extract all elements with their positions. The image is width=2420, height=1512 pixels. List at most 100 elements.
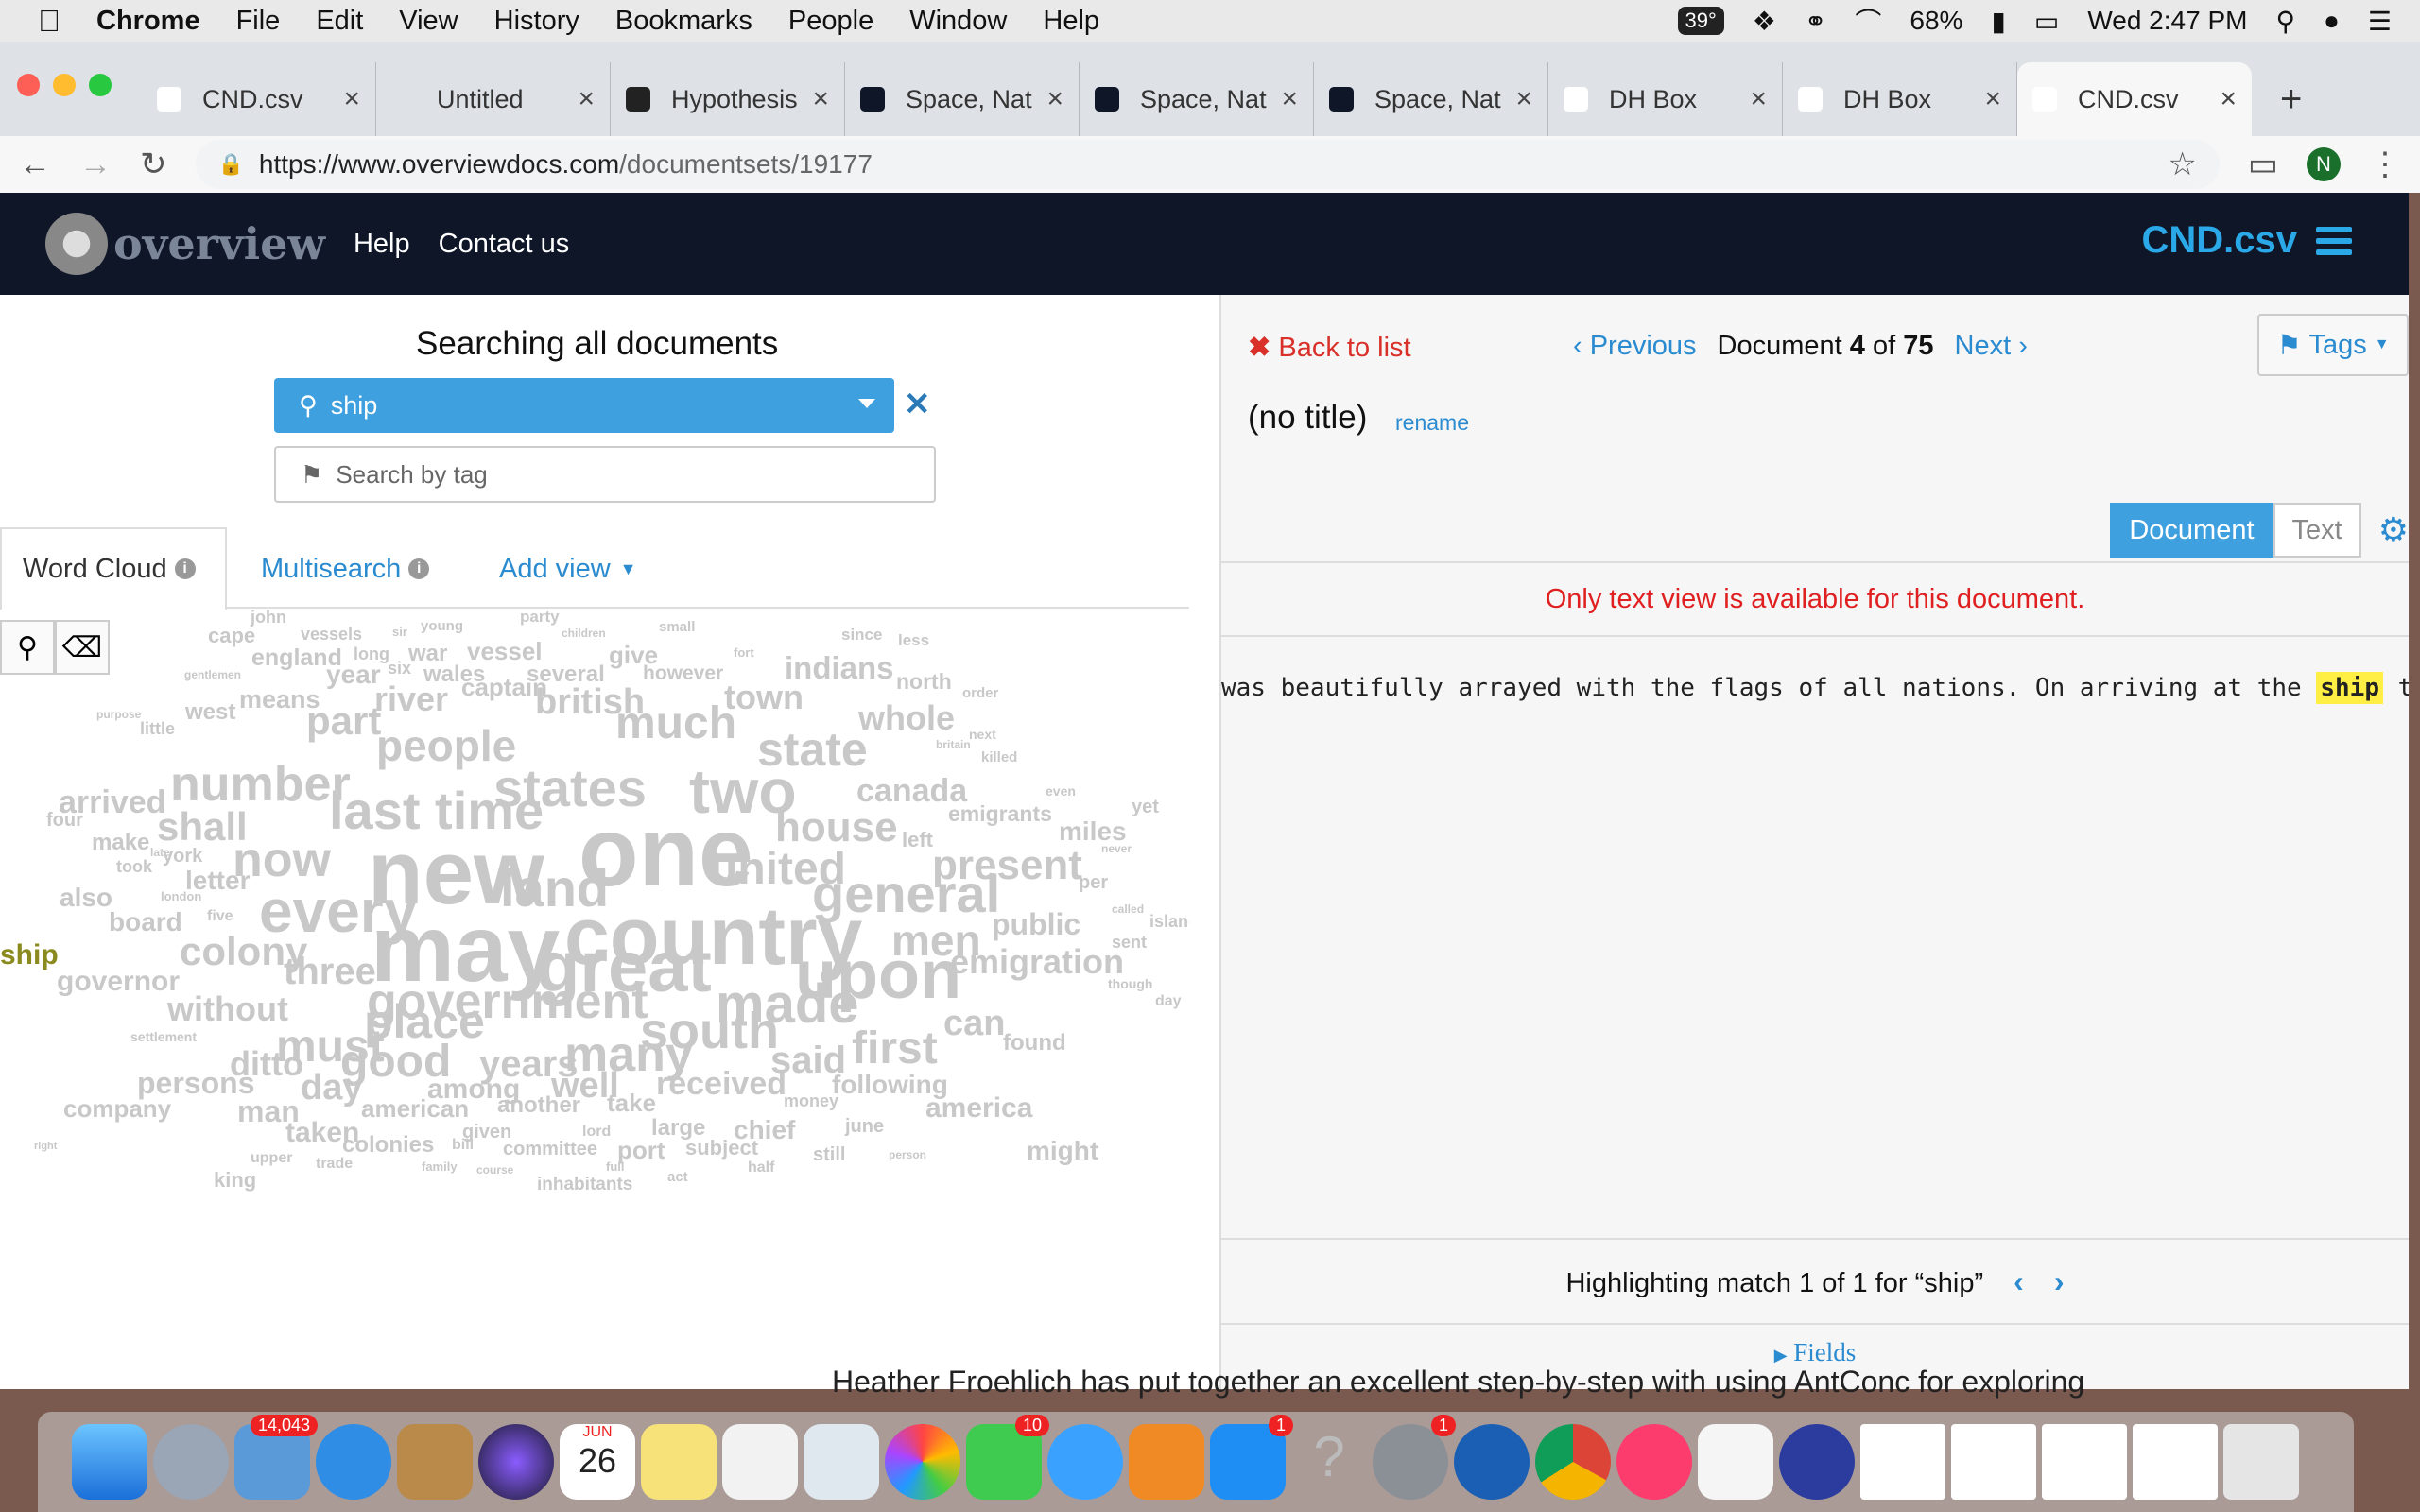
cloud-word[interactable]: emigrants (948, 803, 1052, 825)
mail-icon[interactable]: 14,043 (234, 1415, 318, 1500)
cloud-word[interactable]: whole (858, 701, 955, 735)
next-document-link[interactable]: Next › (1955, 331, 2028, 362)
browser-tab[interactable]: Space, Nat × (1080, 62, 1314, 136)
cloud-word[interactable]: york (163, 847, 202, 866)
cloud-word[interactable]: emigration (950, 945, 1124, 979)
textedit-icon[interactable] (1698, 1424, 1773, 1500)
cloud-word[interactable]: small (659, 620, 695, 634)
cloud-word[interactable]: much (615, 701, 736, 747)
cloud-word[interactable]: children (562, 627, 606, 639)
cloud-word[interactable]: miles (1059, 818, 1127, 845)
document-stack-icon[interactable] (2042, 1424, 2127, 1500)
creative-cloud-icon[interactable]: ⚭ (1805, 6, 1826, 37)
cloud-word[interactable]: order (962, 686, 998, 700)
document-stack-icon[interactable] (2133, 1424, 2218, 1500)
project-menu[interactable]: CND.csv (2141, 219, 2352, 262)
close-tab-icon[interactable]: × (812, 83, 829, 115)
cloud-word[interactable]: family (422, 1160, 458, 1173)
cloud-word[interactable]: act (667, 1170, 688, 1184)
cloud-word[interactable]: right (34, 1142, 57, 1152)
tags-button[interactable]: ⚑ Tags ▼ (2257, 314, 2409, 376)
eraser-icon[interactable]: ⌫ (55, 620, 110, 675)
cloud-word[interactable]: gentlemen (184, 669, 241, 680)
close-tab-icon[interactable]: × (1515, 83, 1532, 115)
browser-tab[interactable]: DH Box × (1783, 62, 2017, 136)
cloud-word[interactable]: found (1003, 1032, 1066, 1055)
hamburger-menu-icon[interactable] (2316, 221, 2352, 261)
cloud-word[interactable]: course (476, 1164, 513, 1176)
cloud-word[interactable]: port (617, 1138, 666, 1162)
cloud-word[interactable]: part (306, 701, 381, 741)
close-tab-icon[interactable]: × (2220, 83, 2237, 115)
spotlight-search-icon[interactable]: ⚲ (2275, 6, 2295, 37)
close-tab-icon[interactable]: × (578, 83, 595, 115)
cloud-word[interactable]: board (109, 909, 182, 936)
photos-icon[interactable] (885, 1424, 960, 1500)
fields-toggle[interactable]: ▶ Fields (1221, 1338, 2409, 1367)
cloud-word[interactable]: upper (251, 1151, 292, 1166)
previous-match-icon[interactable]: ‹ (2014, 1264, 2024, 1298)
cloud-word[interactable]: left (902, 830, 933, 850)
battery-percent[interactable]: 68% (1910, 6, 1962, 36)
cloud-word[interactable]: trade (316, 1157, 353, 1172)
cloud-word[interactable]: john (251, 609, 286, 626)
document-stack-icon[interactable] (1951, 1424, 2036, 1500)
cloud-word[interactable]: four (46, 811, 83, 830)
cloud-word[interactable]: full (606, 1160, 625, 1173)
cloud-word[interactable]: little (140, 720, 175, 737)
cloud-word[interactable]: without (167, 992, 288, 1026)
airplay-icon[interactable]: ▭ (2034, 6, 2059, 37)
cloud-word[interactable]: young (421, 619, 463, 633)
quicktime-icon[interactable] (1454, 1424, 1530, 1500)
previous-document-link[interactable]: ‹ Previous (1573, 331, 1697, 362)
app-store-icon[interactable]: 1 (1210, 1415, 1293, 1500)
cloud-word[interactable]: can (943, 1005, 1005, 1041)
cloud-word[interactable]: five (207, 909, 233, 924)
cloud-word[interactable]: june (845, 1117, 884, 1136)
cloud-word[interactable]: received (656, 1068, 786, 1100)
browser-tab[interactable]: Hypothesis × (611, 62, 845, 136)
add-view-dropdown[interactable]: Add view ▼ (499, 527, 637, 610)
nav-contact[interactable]: Contact us (439, 229, 570, 260)
contacts-icon[interactable] (397, 1424, 473, 1500)
back-arrow-icon[interactable]: ← (19, 146, 51, 183)
cloud-word[interactable]: called (1112, 903, 1144, 915)
cloud-word[interactable]: year (326, 662, 381, 688)
cloud-word[interactable]: another (497, 1094, 580, 1117)
cloud-word[interactable]: bill (452, 1138, 474, 1153)
cloud-word[interactable]: fort (734, 646, 754, 659)
gear-icon[interactable]: ⚙ (2378, 510, 2409, 550)
cloud-word[interactable]: cape (208, 626, 255, 646)
trash-icon[interactable] (2223, 1424, 2299, 1500)
close-tab-icon[interactable]: × (1046, 83, 1063, 115)
back-to-list-link[interactable]: ✖ Back to list (1248, 331, 1411, 364)
cloud-word[interactable]: committee (503, 1140, 597, 1159)
notes-icon[interactable] (641, 1424, 717, 1500)
cloud-word[interactable]: north (896, 671, 952, 693)
menu-file[interactable]: File (236, 6, 281, 37)
cloud-word[interactable]: vessel (467, 639, 543, 663)
cloud-word[interactable]: american (361, 1096, 469, 1121)
cloud-word[interactable]: west (185, 701, 235, 724)
bookmark-star-icon[interactable]: ☆ (2168, 146, 2196, 183)
cloud-word[interactable]: money (784, 1092, 838, 1109)
minimize-window-button[interactable] (53, 74, 76, 96)
wifi-icon[interactable]: ⌒ (1855, 2, 1881, 40)
tab-multisearch[interactable]: Multisearch i (261, 527, 430, 610)
browser-tab[interactable]: Untitled × (376, 62, 611, 136)
forward-arrow-icon[interactable]: → (79, 146, 112, 183)
clear-search-icon[interactable]: ✕ (904, 386, 931, 423)
menu-bookmarks[interactable]: Bookmarks (615, 6, 752, 37)
cloud-word[interactable]: day (301, 1070, 362, 1106)
cloud-word[interactable]: company (63, 1096, 171, 1121)
cloud-word[interactable]: even (1046, 784, 1076, 798)
cloud-word[interactable]: might (1027, 1138, 1098, 1164)
cloud-word[interactable]: since (841, 627, 882, 643)
document-stack-icon[interactable] (1860, 1424, 1945, 1500)
info-icon[interactable]: i (408, 558, 430, 579)
calendar-icon[interactable]: JUN 26 (560, 1424, 635, 1500)
browser-tab[interactable]: CND.csv × (2017, 62, 2252, 136)
cloud-word[interactable]: never (1101, 843, 1132, 854)
cloud-word[interactable]: take (607, 1091, 656, 1115)
clock[interactable]: Wed 2:47 PM (2087, 6, 2247, 36)
